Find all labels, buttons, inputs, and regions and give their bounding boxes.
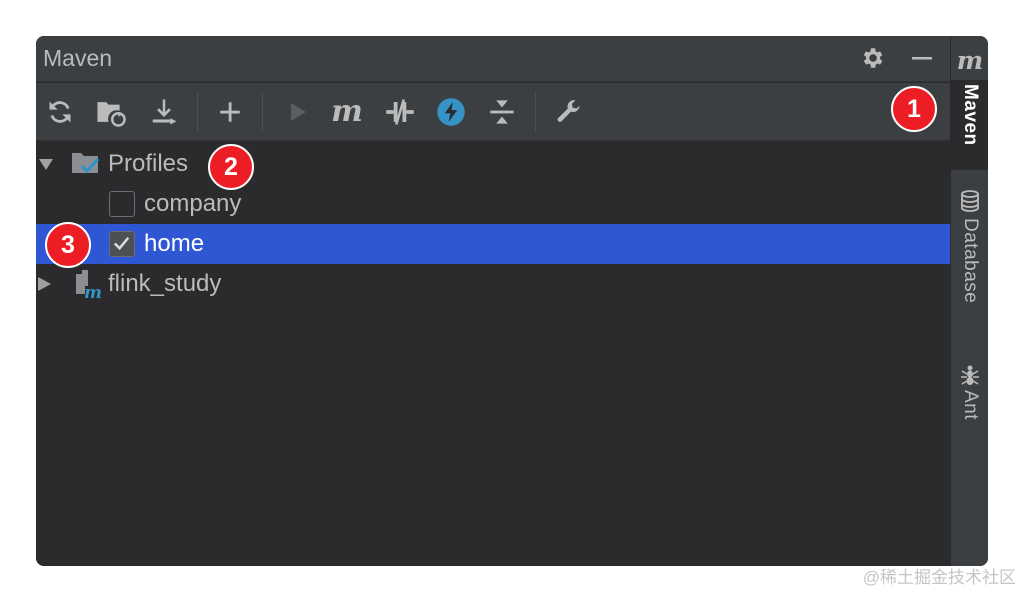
gear-icon — [863, 48, 883, 68]
profile-checkbox[interactable] — [109, 191, 135, 217]
maven-tool-window: Maven m Profiles company home m flink_st… — [36, 36, 988, 566]
play-icon — [291, 103, 306, 121]
refresh-icon — [49, 101, 71, 123]
chevron-right-icon[interactable] — [36, 276, 52, 292]
sidebar-tab-label: Database — [960, 218, 981, 304]
maven-settings-button[interactable] — [551, 94, 587, 130]
sidebar-tab-ant[interactable]: Ant — [951, 364, 988, 444]
run-maven-build-button[interactable] — [280, 94, 316, 130]
checkmark-icon — [113, 236, 130, 251]
tree-node-profiles[interactable]: Profiles — [36, 144, 950, 184]
plus-icon — [220, 102, 240, 122]
minimize-icon — [912, 57, 932, 60]
collapse-all-icon — [490, 100, 514, 124]
watermark: @稀土掘金技术社区 — [862, 568, 1016, 587]
toolbar-separator — [262, 93, 263, 131]
maven-panel: Maven m Profiles company home m flink_st… — [36, 36, 950, 566]
execute-maven-goal-button[interactable]: m — [329, 94, 365, 130]
tree-node-project[interactable]: m flink_study — [36, 264, 950, 304]
ant-icon — [961, 365, 979, 385]
settings-button[interactable] — [856, 42, 888, 74]
annotation-badge: 2 — [208, 144, 254, 190]
lightning-icon — [437, 98, 465, 126]
database-icon — [961, 190, 979, 212]
profile-item-home[interactable]: home — [36, 224, 950, 264]
svg-text:m: m — [84, 283, 102, 300]
profile-item-company[interactable]: company — [36, 184, 950, 224]
maven-toolbar: m — [36, 83, 950, 141]
profile-label: home — [144, 230, 205, 257]
project-label: flink_study — [108, 270, 222, 297]
title-bar: Maven — [36, 36, 950, 82]
profile-checkbox[interactable] — [109, 231, 135, 257]
annotation-badge: 3 — [45, 222, 91, 268]
offline-icon — [386, 99, 414, 125]
minimize-button[interactable] — [906, 42, 938, 74]
maven-logo-icon: m — [956, 46, 984, 75]
wrench-icon — [557, 100, 581, 122]
collapse-all-button[interactable] — [484, 94, 520, 130]
chevron-down-icon[interactable] — [38, 156, 54, 172]
maven-project-icon: m — [76, 270, 102, 300]
maven-m-icon: m — [331, 94, 363, 129]
add-maven-project-button[interactable] — [212, 94, 248, 130]
generate-sources-button[interactable] — [93, 94, 129, 130]
profiles-label: Profiles — [108, 150, 189, 177]
profile-label: company — [144, 190, 242, 217]
tool-window-sidebar: m Maven Database Ant — [950, 36, 988, 566]
sidebar-tab-database[interactable]: Database — [951, 190, 988, 330]
annotation-badge: 1 — [891, 86, 937, 132]
sidebar-tab-maven[interactable]: Maven — [951, 80, 988, 170]
toggle-offline-mode-button[interactable] — [382, 94, 418, 130]
toolbar-separator — [535, 93, 536, 131]
toolbar-separator — [197, 93, 198, 131]
folder-refresh-icon — [97, 102, 126, 127]
toggle-skip-tests-button[interactable] — [433, 94, 469, 130]
window-title: Maven — [43, 45, 113, 71]
sidebar-tab-label: Maven — [960, 84, 981, 146]
reload-all-maven-projects-button[interactable] — [42, 94, 78, 130]
profiles-folder-icon — [72, 153, 100, 174]
sidebar-tab-label: Ant — [960, 390, 981, 421]
download-sources-button[interactable] — [146, 94, 182, 130]
download-icon — [152, 99, 177, 125]
